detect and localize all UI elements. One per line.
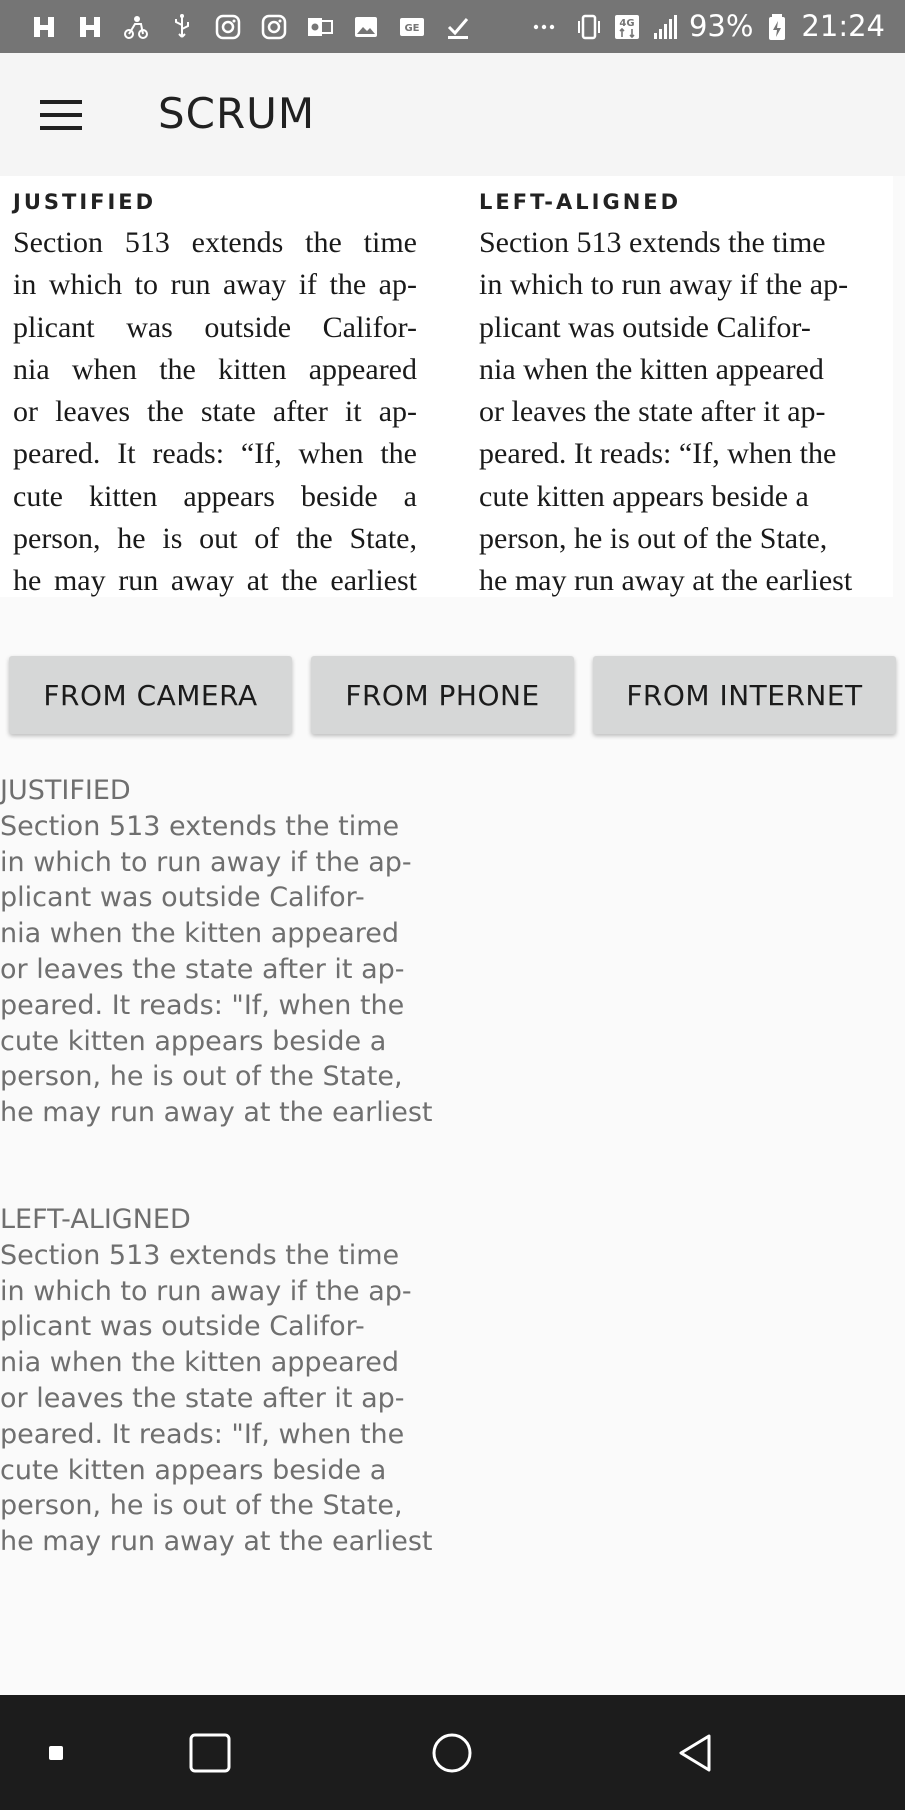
battery-percentage: 93% [688, 9, 754, 43]
image-text-line: he may run away at the earliest [13, 564, 417, 598]
ocr-text-line: nia when the kitten appeared [0, 1347, 399, 1379]
status-bar-system: 4G 93% 21:24 [575, 12, 885, 41]
svg-text:4G: 4G [619, 18, 634, 29]
back-icon[interactable] [665, 1725, 725, 1780]
instagram-icon [260, 13, 288, 41]
ocr-text-line: or leaves the state after it ap- [0, 1382, 405, 1414]
ocr-text-line: cute kitten appears beside a [0, 1454, 387, 1486]
ocr-text-line: cute kitten appears beside a [0, 1025, 387, 1057]
usb-icon [168, 13, 196, 41]
h-app-icon [76, 13, 104, 41]
ocr-heading: LEFT-ALIGNED [0, 1204, 191, 1235]
clock: 21:24 [801, 9, 885, 43]
instagram-icon [214, 13, 242, 41]
ocr-text-line: he may run away at the earliest [0, 1097, 433, 1129]
recents-icon[interactable] [180, 1725, 240, 1780]
from-camera-button[interactable]: FROM CAMERA [9, 656, 292, 734]
image-text-line: peared. It reads: “If, when the [479, 437, 837, 471]
svg-text:GE: GE [404, 23, 419, 34]
sample-text-image: JUSTIFIED Section 513 extends the time i… [0, 176, 893, 597]
signal-icon [651, 13, 679, 41]
ge-icon: GE [398, 13, 426, 41]
image-text-line: peared. It reads: “If, when the [13, 437, 417, 471]
image-text-line: or leaves the state after it ap- [479, 395, 826, 429]
ocr-text-line: peared. It reads: "If, when the [0, 989, 405, 1021]
ocr-text-line: in which to run away if the ap- [0, 846, 412, 878]
assistant-dot-icon[interactable] [36, 1730, 76, 1775]
outlook-icon [306, 13, 334, 41]
image-text-line: or leaves the state after it ap- [13, 395, 417, 429]
ocr-text-line: peared. It reads: "If, when the [0, 1418, 405, 1450]
ocr-text-line: or leaves the state after it ap- [0, 953, 405, 985]
ocr-result-justified: JUSTIFIED Section 513 extends the time i… [0, 773, 433, 1131]
4g-icon: 4G [613, 13, 641, 41]
status-bar-notifications: GE [30, 13, 575, 41]
image-text-line: person, he is out of the State, [13, 522, 417, 556]
image-text-line: Section 513 extends the time [13, 226, 417, 259]
image-text-line: Section 513 extends the time [479, 226, 826, 259]
image-text-line: nia when the kitten appeared [13, 352, 417, 386]
justified-heading: JUSTIFIED [13, 190, 157, 214]
from-internet-button[interactable]: FROM INTERNET [593, 656, 896, 734]
ocr-text-line: Section 513 extends the time [0, 810, 400, 842]
image-text-line: in which to run away if the ap- [479, 268, 849, 302]
ocr-text-line: person, he is out of the State, [0, 1490, 403, 1522]
ocr-text-line: person, he is out of the State, [0, 1061, 403, 1093]
image-text-line: cute kitten appears beside a [13, 479, 417, 513]
gallery-icon [352, 13, 380, 41]
home-icon[interactable] [422, 1725, 482, 1780]
status-bar: GE 4G 93% 21:24 [0, 0, 905, 53]
hamburger-menu-icon[interactable] [30, 91, 92, 139]
image-text-line: in which to run away if the ap- [13, 268, 417, 302]
justified-column: JUSTIFIED Section 513 extends the time i… [13, 176, 433, 603]
ocr-text-line: in which to run away if the ap- [0, 1275, 412, 1307]
ocr-text-line: nia when the kitten appeared [0, 918, 399, 950]
image-text-line: he may run away at the earliest [479, 564, 853, 598]
ocr-result-left-aligned: LEFT-ALIGNED Section 513 extends the tim… [0, 1202, 433, 1560]
image-text-line: cute kitten appears beside a [479, 479, 809, 513]
from-phone-button[interactable]: FROM PHONE [311, 656, 574, 734]
ocr-text-line: Section 513 extends the time [0, 1239, 400, 1271]
more-icon [530, 13, 558, 41]
battery-charging-icon [763, 13, 791, 41]
image-text-line: person, he is out of the State, [479, 522, 828, 556]
app-bar: SCRUM [0, 53, 905, 176]
system-nav-bar [0, 1695, 905, 1810]
image-text-line: plicant was outside Califor- [13, 310, 417, 344]
scooter-icon [122, 13, 150, 41]
h-app-icon [30, 13, 58, 41]
ocr-text-line: he may run away at the earliest [0, 1526, 433, 1558]
left-aligned-column: LEFT-ALIGNED Section 513 extends the tim… [479, 176, 899, 603]
image-text-line: plicant was outside Califor- [479, 310, 811, 344]
left-aligned-heading: LEFT-ALIGNED [479, 190, 682, 214]
image-text-line: nia when the kitten appeared [479, 352, 824, 386]
vibrate-icon [575, 13, 603, 41]
ocr-text-line: plicant was outside Califor- [0, 1311, 365, 1343]
page-title: SCRUM [158, 89, 316, 138]
ocr-text-line: plicant was outside Califor- [0, 882, 365, 914]
ocr-heading: JUSTIFIED [0, 775, 131, 806]
download-done-icon [444, 13, 472, 41]
